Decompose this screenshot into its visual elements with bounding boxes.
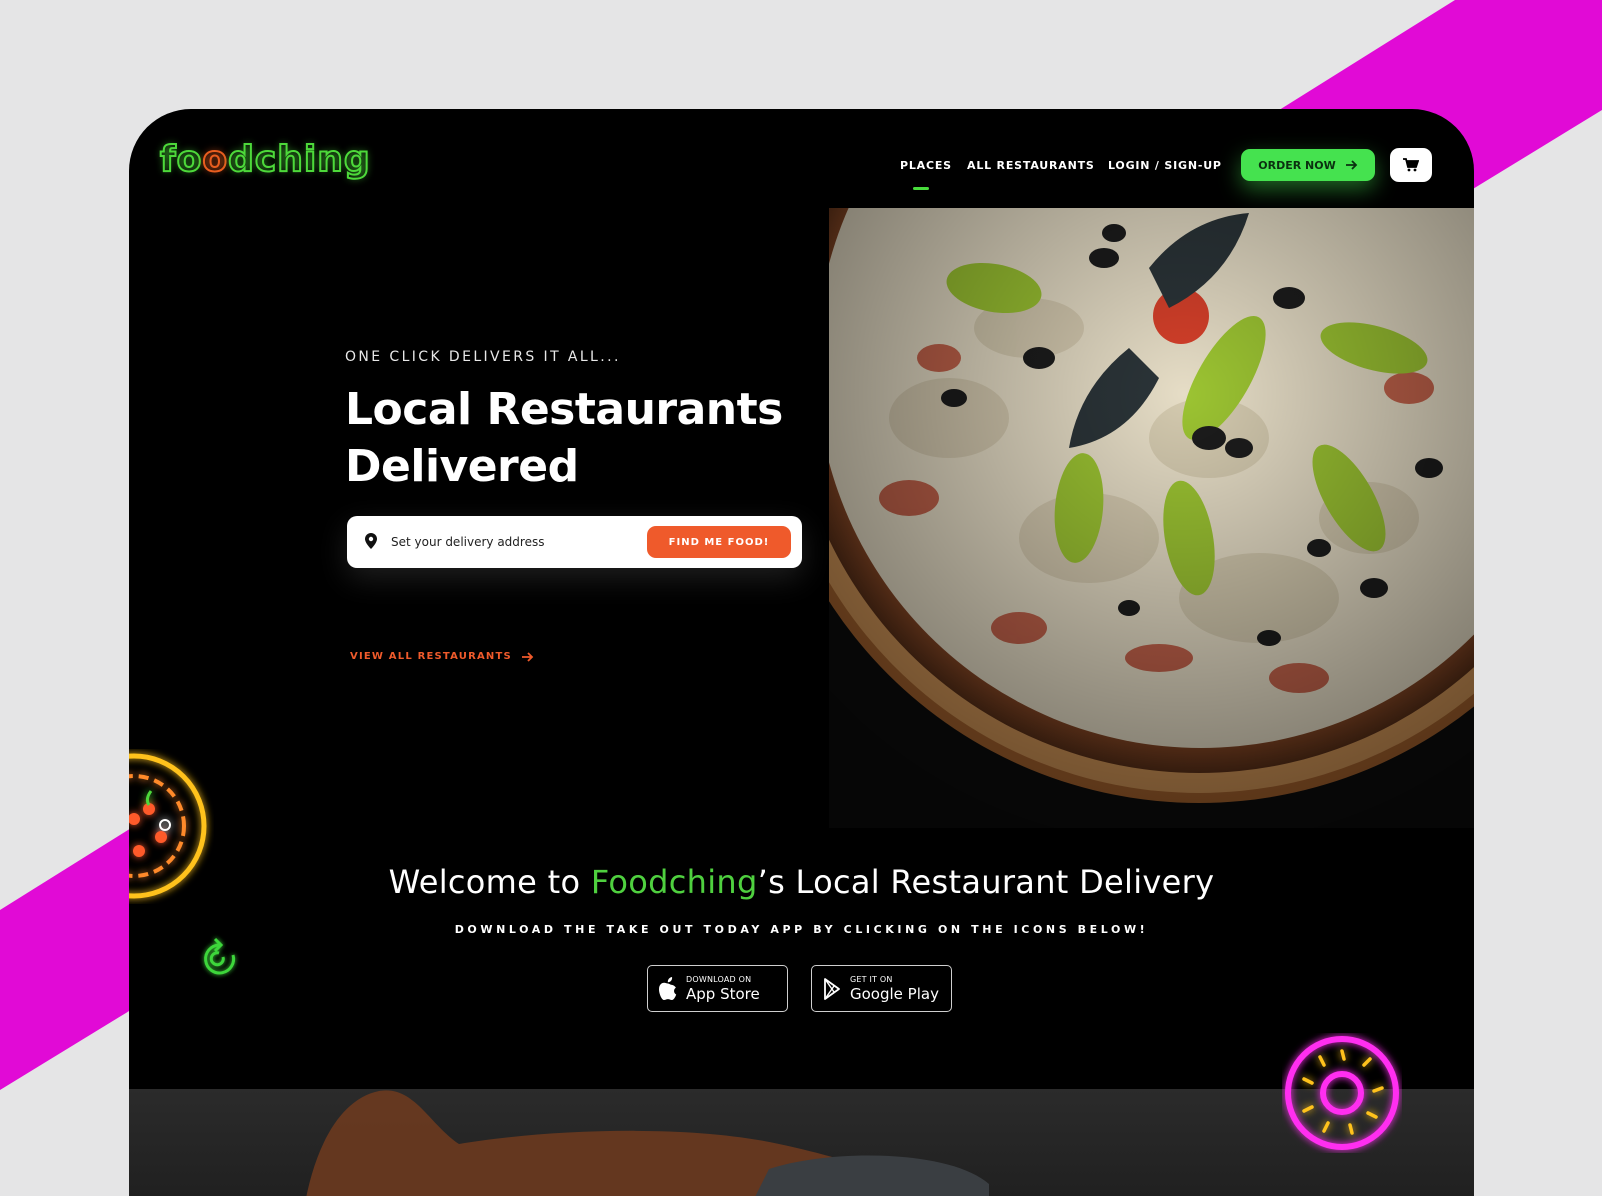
next-section-preview	[129, 1089, 1474, 1196]
view-all-label: VIEW ALL RESTAURANTS	[350, 651, 512, 662]
hero-title: Local Restaurants Delivered	[345, 384, 783, 492]
cart-button[interactable]	[1390, 148, 1432, 182]
google-play-label: Google Play	[850, 985, 939, 1003]
hero-kicker: ONE CLICK DELIVERS IT ALL...	[345, 349, 621, 365]
arrow-right-icon	[1345, 160, 1358, 170]
welcome-heading: Welcome to Foodching’s Local Restaurant …	[129, 863, 1474, 901]
google-play-small-label: GET IT ON	[850, 975, 893, 984]
apple-icon	[659, 977, 677, 1000]
view-all-restaurants-link[interactable]: VIEW ALL RESTAURANTS	[350, 651, 534, 662]
google-play-button[interactable]: GET IT ON Google Play	[811, 965, 952, 1012]
arrow-right-icon	[521, 651, 534, 662]
google-play-icon	[824, 978, 840, 1000]
nav-login-signup[interactable]: LOGIN / SIGN-UP	[1108, 159, 1222, 172]
find-me-food-button[interactable]: FIND ME FOOD!	[647, 526, 791, 558]
app-store-small-label: DOWNLOAD ON	[686, 975, 752, 984]
pizza-hero-image	[829, 208, 1474, 828]
website-frame: foodching PLACES ALL RESTAURANTS LOGIN /…	[129, 109, 1474, 1196]
location-pin-icon	[365, 533, 377, 549]
order-now-label: ORDER NOW	[1258, 158, 1336, 172]
app-store-button[interactable]: DOWNLOAD ON App Store	[647, 965, 788, 1012]
delivery-address-input[interactable]	[391, 526, 631, 558]
neon-refresh-icon	[204, 937, 236, 975]
cart-icon	[1403, 158, 1419, 172]
app-store-label: App Store	[686, 985, 760, 1003]
welcome-prefix: Welcome to	[388, 863, 591, 901]
welcome-suffix: ’s Local Restaurant Delivery	[757, 863, 1215, 901]
welcome-subtitle: DOWNLOAD THE TAKE OUT TODAY APP BY CLICK…	[454, 923, 1149, 936]
site-logo[interactable]: foodching	[159, 138, 371, 181]
nav-places[interactable]: PLACES	[900, 159, 952, 172]
welcome-brand: Foodching	[590, 863, 758, 901]
nav-all-restaurants[interactable]: ALL RESTAURANTS	[967, 159, 1095, 172]
order-now-button[interactable]: ORDER NOW	[1241, 149, 1375, 181]
address-search-box: FIND ME FOOD!	[347, 516, 802, 568]
neon-donut-icon	[1285, 1036, 1399, 1150]
nav-active-indicator	[913, 187, 929, 190]
